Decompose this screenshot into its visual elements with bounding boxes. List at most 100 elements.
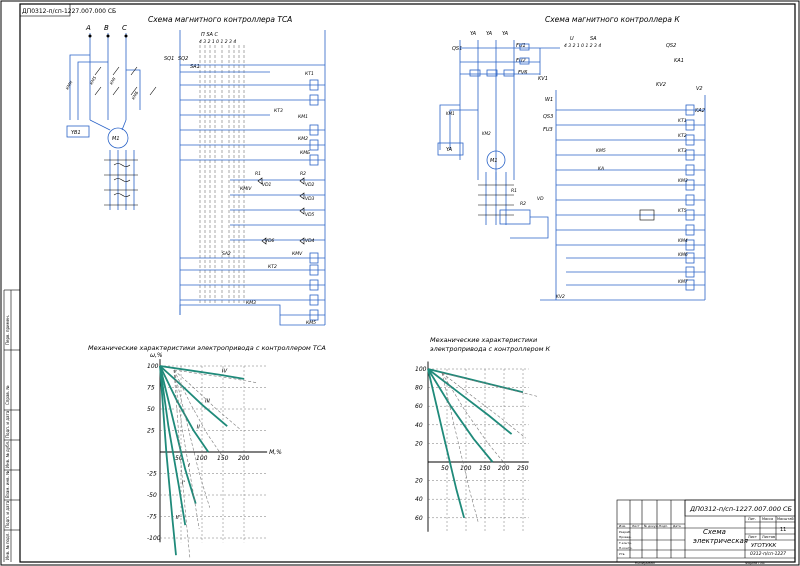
y-tick-label: 25 <box>147 428 155 435</box>
x-tick-label: 200 <box>498 465 510 472</box>
k-km3-label: KM3 <box>678 178 688 184</box>
k-kt3-label: KT3 <box>678 148 687 154</box>
k-km7-label: KM7 <box>678 279 688 285</box>
phase-c-label: C <box>122 24 127 32</box>
series-label: III <box>205 399 210 405</box>
doc-name-2: электрическая <box>693 537 748 545</box>
kmv-label: КМV <box>292 251 303 257</box>
kt2-label: КТ2 <box>268 264 277 270</box>
tsa-controller-head: П SA С <box>201 32 219 38</box>
series-label: I' <box>182 480 185 486</box>
k-motor-label: M1 <box>490 158 498 164</box>
y-tick-label: 40 <box>415 496 423 503</box>
k-r1-label: R1 <box>511 188 517 194</box>
x-tick-label: 200 <box>238 455 250 462</box>
x-tick-label: 100 <box>196 455 208 462</box>
fu3-label: FU3 <box>543 127 553 133</box>
km1-label: КМ1 <box>298 114 308 120</box>
sq1-label: SQ1 <box>164 56 174 62</box>
k-kt5-label: KT5 <box>678 208 687 214</box>
vd2-label: VD2 <box>305 182 315 188</box>
footer-format: Формат А1 <box>745 561 765 565</box>
y-tick-label: 20 <box>415 478 423 485</box>
motor-m1-label: M1 <box>112 136 120 142</box>
x-tick-label: 100 <box>460 465 472 472</box>
k-r2-label: R2 <box>520 201 526 207</box>
col-date: Дата <box>673 524 681 528</box>
kt1-label: КТ1 <box>305 71 314 77</box>
kv2-label: KV2 <box>656 82 666 88</box>
ka1-label: KA1 <box>674 58 684 64</box>
h-lit: Лит. <box>748 517 756 521</box>
k-kt1-label: KT1 <box>678 118 687 124</box>
h-list: Лист <box>748 535 757 539</box>
kmiv-label: КМIV <box>240 186 252 192</box>
row-tkontr: Т.контр. <box>618 541 632 545</box>
col-sign: Подп. <box>659 524 668 528</box>
vd6-label: VD6 <box>265 238 275 244</box>
k-km4-label: KM4 <box>678 238 688 244</box>
y-tick-label: 80 <box>415 385 423 392</box>
col-izm: Изм. <box>619 524 626 528</box>
y-tick-label: 100 <box>147 363 159 370</box>
km1-power-label: KM1 <box>446 111 455 116</box>
v2-label: V2 <box>696 86 703 92</box>
side-label-3: Подп. и дата <box>5 410 10 438</box>
x-axis-label: M,% <box>269 449 282 456</box>
u-label: U <box>570 36 574 42</box>
y-tick-label: 60 <box>415 515 423 522</box>
k-km5-label: KM5 <box>596 148 606 154</box>
k-vd-label: VD <box>537 196 544 202</box>
x-tick-label: 250 <box>517 465 529 472</box>
row-utv: Утв. <box>619 552 625 556</box>
row-nkontr: Н.контр. <box>619 546 632 550</box>
side-label-2: Справ. № <box>5 386 10 405</box>
ya-top-3: YA <box>502 31 509 37</box>
h-scale: Масштаб <box>777 517 794 521</box>
y-tick-label: 20 <box>415 440 423 447</box>
side-label-5: Взам. инв. № <box>5 471 10 498</box>
y-tick-label: 75 <box>147 385 155 392</box>
kt3-label: КТ3 <box>274 108 283 114</box>
y-tick-label: -75 <box>147 514 157 521</box>
phase-a-label: A <box>85 24 91 32</box>
drawing-sheet: ДП0312-п/сп-1227.007.000 СБ Перв. примен… <box>0 0 800 566</box>
top-stamp-text: ДП0312-п/сп-1227.007.000 СБ <box>22 8 116 15</box>
fu2-label: FU2 <box>516 58 526 64</box>
x-tick-label: 150 <box>217 455 229 462</box>
x-tick-label: 50 <box>441 465 449 472</box>
sheet-num: 11 <box>780 527 786 533</box>
w1-label: W1 <box>545 97 553 103</box>
h-lists: Листов <box>762 535 775 539</box>
k-controller-nums: 4 3 2 1 0 1 2 3 4 <box>564 43 601 49</box>
doc-name-1: Схема <box>703 528 726 536</box>
qs2-label: QS2 <box>666 43 676 49</box>
ya-top-1: YA <box>470 31 477 37</box>
vd3-label: VD3 <box>305 196 315 202</box>
side-label-1: Перв. примен. <box>5 315 10 345</box>
ya-top-2: YA <box>486 31 493 37</box>
r1-label: R1 <box>255 171 261 177</box>
k-km6-label: KM6 <box>678 252 688 258</box>
vd4-label: VD4 <box>305 238 315 244</box>
row-razrab: Разраб. <box>619 530 631 534</box>
sa2-label: SA2 <box>222 251 231 257</box>
y-tick-label: -25 <box>147 471 157 478</box>
k-kv2-bottom-label: KV2 <box>556 294 565 300</box>
title-doc-code: ДП0312-п/сп-1227.007.000 СБ <box>689 505 793 513</box>
side-label-4: Инв. № дубл. <box>5 441 10 468</box>
kv1-label: KV1 <box>538 76 548 82</box>
phase-b-label: B <box>104 24 109 32</box>
qs1-label: QS1 <box>452 46 462 52</box>
km2-power-label: KM2 <box>482 131 491 136</box>
chart-tsa-title: Механические характеристики электроприво… <box>88 344 326 352</box>
side-label-7: Инв. № подл. <box>5 532 10 560</box>
org-1: УГОТУКК <box>751 543 777 549</box>
h-mass: Масса <box>762 517 773 521</box>
y-tick-label: -50 <box>147 492 157 499</box>
y-tick-label: 60 <box>415 403 423 410</box>
ka2-label: KA2 <box>695 108 705 114</box>
sa-label: SA <box>590 36 597 42</box>
r2-label: R2 <box>300 171 306 177</box>
y-tick-label: 100 <box>415 366 427 373</box>
